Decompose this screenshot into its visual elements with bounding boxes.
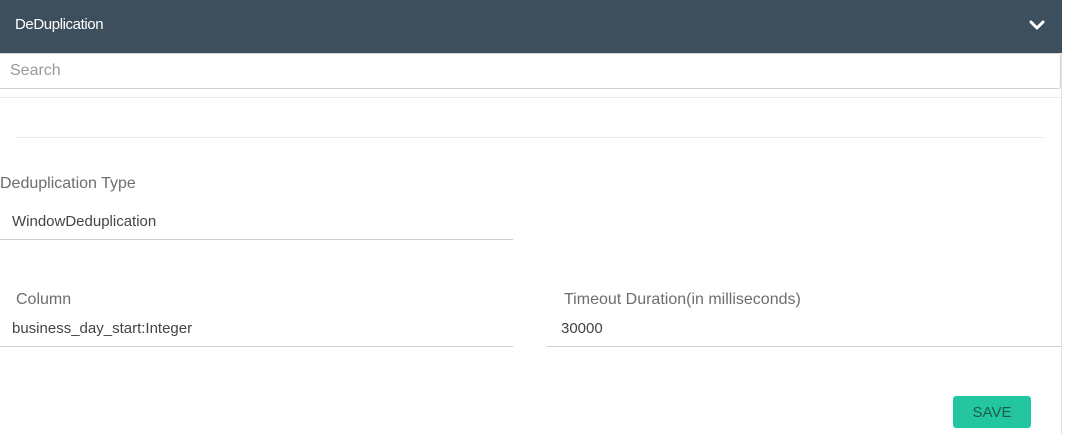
dedup-type-label: Deduplication Type <box>0 175 136 192</box>
section-divider <box>15 137 1045 138</box>
deduplication-panel: DeDuplication Deduplication Type WindowD… <box>0 0 1062 434</box>
search-input[interactable] <box>0 53 1061 89</box>
column-label: Column <box>16 291 72 308</box>
dedup-type-select[interactable]: WindowDeduplication <box>12 213 156 230</box>
panel-header[interactable]: DeDuplication <box>0 0 1062 53</box>
panel-title: DeDuplication <box>15 16 104 33</box>
search-container <box>0 53 1061 89</box>
timeout-label: Timeout Duration(in milliseconds) <box>564 291 801 308</box>
timeout-input[interactable]: 30000 <box>561 320 603 337</box>
chevron-down-icon[interactable] <box>1028 16 1046 34</box>
timeout-underline <box>547 346 1061 347</box>
column-underline <box>0 346 513 347</box>
save-button[interactable]: SAVE <box>953 396 1031 428</box>
divider <box>0 97 1061 98</box>
dedup-type-underline <box>0 239 513 240</box>
column-select[interactable]: business_day_start:Integer <box>12 320 192 337</box>
